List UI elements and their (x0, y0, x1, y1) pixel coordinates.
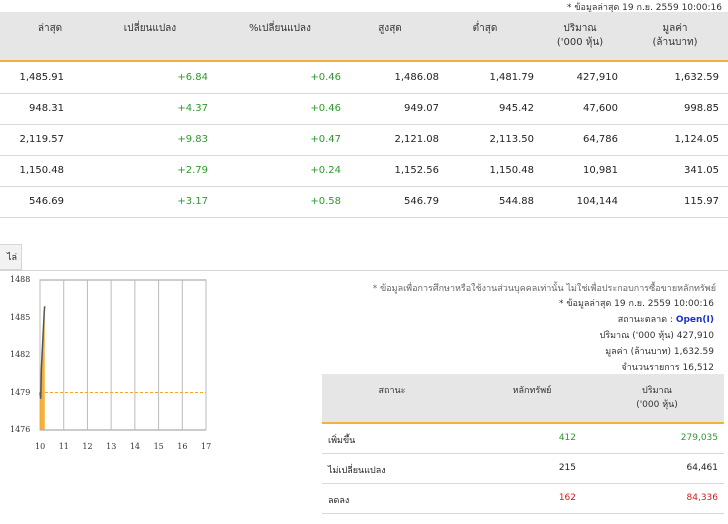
summary-header-status: สถานะ (378, 386, 406, 396)
cell-change: +4.37 (177, 103, 208, 114)
header-volume: ปริมาณ ('000 หุ้น) (556, 23, 604, 48)
cell-value: 1,124.05 (674, 134, 719, 145)
value-value: 1,632.59 (673, 347, 714, 357)
header-high: สูงสุด (378, 23, 402, 34)
summary-row: เพิ่มขึ้น 412 279,035 (322, 424, 724, 454)
header-change: เปลี่ยนแปลง (123, 23, 177, 34)
info-volume: ปริมาณ ('000 หุ้น) 427,910 (600, 328, 714, 342)
index-row: 1,150.48 +2.79 +0.24 1,152.56 1,150.48 10,981… (0, 155, 728, 187)
cell-volume: 47,600 (583, 103, 618, 114)
summary-count: 162 (558, 493, 576, 503)
header-pct-change: %เปลี่ยนแปลง (249, 23, 311, 34)
header-low: ต่ำสุด (472, 23, 498, 34)
summary-header-volume: ปริมาณ ('000 หุ้น) (636, 386, 678, 410)
cell-pct-change: +0.46 (310, 103, 341, 114)
x-tick-label: 11 (58, 442, 69, 451)
index-row: 1,485.91 +6.84 +0.46 1,486.08 1,481.79 427,91… (0, 62, 728, 94)
index-row: 546.69 +3.17 +0.58 546.79 544.88 104,144 115.9… (0, 186, 728, 218)
cell-low: 544.88 (499, 196, 534, 207)
cell-low: 1,150.48 (489, 165, 534, 176)
y-tick-label: 1488 (10, 275, 31, 284)
cell-change: +2.79 (177, 165, 208, 176)
info-updated: * ข้อมูลล่าสุด 19 ก.ย. 2559 10:00:16 (559, 299, 714, 309)
summary-volume: 84,336 (686, 493, 719, 503)
cell-volume: 10,981 (583, 165, 618, 176)
info-market-status: สถานะตลาด : Open(I) (618, 312, 714, 326)
x-tick-label: 17 (201, 442, 212, 451)
x-tick-label: 12 (82, 442, 93, 451)
header-last: ล่าสุด (37, 23, 63, 34)
cell-last: 1,150.48 (19, 165, 64, 176)
cell-last: 948.31 (29, 103, 64, 114)
status-label: สถานะตลาด : (617, 315, 673, 325)
summary-volume: 279,035 (680, 433, 718, 443)
x-tick-label: 14 (129, 442, 141, 451)
y-tick-label: 1482 (10, 350, 31, 359)
x-tick-label: 13 (106, 442, 117, 451)
y-tick-label: 1485 (10, 312, 31, 322)
cell-low: 2,113.50 (489, 134, 534, 145)
info-trades: จำนวนรายการ 16,512 (621, 360, 714, 374)
cell-change: +9.83 (177, 134, 208, 145)
disclaimer: * ข้อมูลเพื่อการศึกษาหรือใช้งานส่วนบุคคล… (372, 284, 716, 294)
chart-svg (39, 279, 207, 431)
cell-change: +3.17 (177, 196, 208, 207)
info-value: มูลค่า (ล้านบาท) 1,632.59 (605, 344, 714, 358)
trades-label: จำนวนรายการ (621, 363, 680, 373)
trades-value: 16,512 (682, 363, 715, 373)
cell-high: 2,121.08 (394, 134, 439, 145)
value-label: มูลค่า (ล้านบาท) (605, 347, 672, 357)
cell-low: 945.42 (499, 103, 534, 114)
cell-pct-change: +0.58 (310, 196, 341, 207)
cell-value: 998.85 (684, 103, 719, 114)
plot-area (39, 279, 207, 431)
index-table-header: ล่าสุด เปลี่ยนแปลง %เปลี่ยนแปลง สูงสุด ต… (0, 12, 728, 62)
cell-pct-change: +0.46 (310, 72, 341, 83)
cell-last: 546.69 (29, 196, 64, 207)
cell-volume: 104,144 (576, 196, 618, 207)
index-row: 948.31 +4.37 +0.46 949.07 945.42 47,600 998.85 (0, 93, 728, 125)
index-intraday-chart (38, 272, 208, 440)
cell-high: 1,486.08 (394, 72, 439, 83)
y-tick-label: 1476 (10, 425, 31, 434)
volume-value: 427,910 (676, 331, 714, 341)
cell-change: +6.84 (177, 72, 208, 83)
cell-low: 1,481.79 (489, 72, 534, 83)
cell-value: 115.97 (684, 196, 719, 207)
cell-high: 546.79 (404, 196, 439, 207)
y-tick-label: 1479 (10, 387, 31, 397)
status-value: Open(I) (675, 315, 714, 325)
tab-partial[interactable]: ไล่ (0, 244, 22, 270)
cell-pct-change: +0.24 (310, 165, 341, 176)
summary-status: ลดลง (328, 496, 350, 506)
summary-count: 215 (558, 463, 576, 473)
cell-last: 1,485.91 (19, 72, 64, 83)
tab-divider (0, 270, 728, 271)
summary-count: 412 (558, 433, 576, 443)
cell-high: 1,152.56 (394, 165, 439, 176)
index-row: 2,119.57 +9.83 +0.47 2,121.08 2,113.50 64,786… (0, 124, 728, 156)
summary-status: ไม่เปลี่ยนแปลง (328, 466, 386, 476)
cell-volume: 64,786 (583, 134, 618, 145)
summary-volume: 64,461 (686, 463, 719, 473)
cell-last: 2,119.57 (19, 134, 64, 145)
volume-label: ปริมาณ ('000 หุ้น) (599, 331, 674, 341)
cell-value: 1,632.59 (674, 72, 719, 83)
cell-volume: 427,910 (576, 72, 618, 83)
summary-row: ลดลง 162 84,336 (322, 484, 724, 514)
header-value: มูลค่า (ล้านบาท) (652, 23, 698, 48)
cell-value: 341.05 (684, 165, 719, 176)
summary-row: ไม่เปลี่ยนแปลง 215 64,461 (322, 454, 724, 484)
cell-high: 949.07 (404, 103, 439, 114)
x-tick-label: 16 (177, 442, 188, 451)
x-tick-label: 15 (153, 442, 164, 451)
cell-pct-change: +0.47 (310, 134, 341, 145)
summary-header: สถานะ หลักทรัพย์ ปริมาณ ('000 หุ้น) (322, 374, 724, 424)
summary-status: เพิ่มขึ้น (328, 436, 356, 446)
summary-header-securities: หลักทรัพย์ (512, 386, 552, 396)
x-tick-label: 10 (35, 442, 46, 451)
